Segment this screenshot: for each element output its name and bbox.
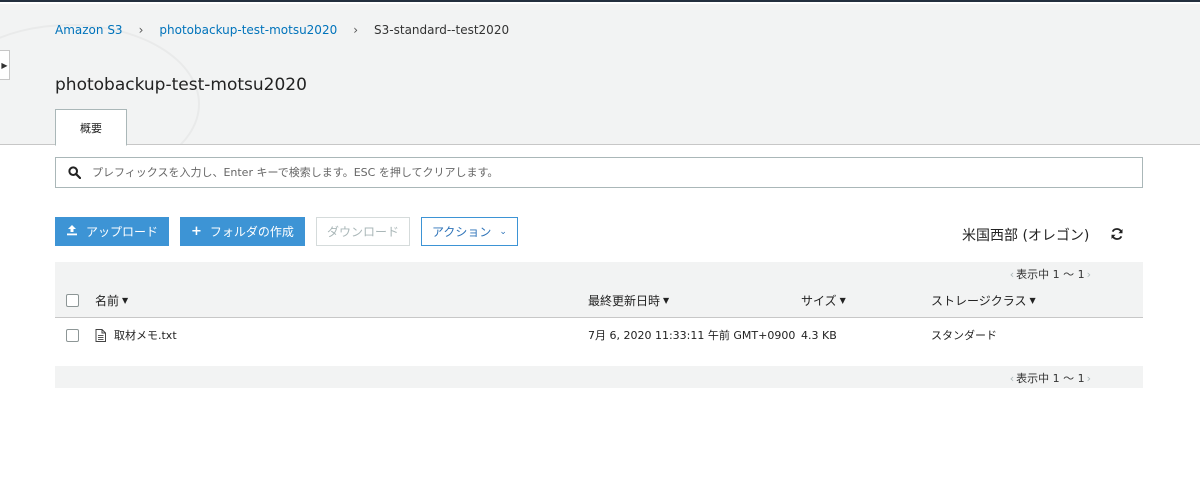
- column-header-storage-class[interactable]: ストレージクラス ▼: [931, 284, 1036, 317]
- column-header-modified-label: 最終更新日時: [588, 294, 661, 308]
- pager-text: 表示中 1 ～ 1: [1016, 372, 1085, 385]
- column-header-name[interactable]: 名前 ▼: [95, 284, 128, 317]
- search-input[interactable]: [92, 166, 1142, 179]
- breadcrumb-bucket-link[interactable]: photobackup-test-motsu2020: [159, 23, 337, 37]
- page-title: photobackup-test-motsu2020: [55, 75, 307, 95]
- objects-table: 名前 ▼ 最終更新日時 ▼ サイズ ▼ ストレージクラス ▼ 取材メモ.txt …: [55, 284, 1143, 350]
- sidebar-toggle[interactable]: ▶: [0, 50, 10, 80]
- search-bar: [55, 157, 1143, 188]
- size-cell: 4.3 KB: [801, 328, 837, 342]
- search-icon: [56, 166, 92, 179]
- sort-down-icon: ▼: [663, 296, 670, 305]
- upload-button-label: アップロード: [86, 225, 159, 239]
- toolbar: アップロード + フォルダの作成 ダウンロード アクション ⌄: [55, 217, 529, 246]
- select-all-checkbox[interactable]: [66, 294, 79, 307]
- chevron-right-icon: ›: [138, 23, 144, 37]
- column-header-size-label: サイズ: [801, 294, 837, 308]
- pager-text: 表示中 1 ～ 1: [1016, 268, 1085, 281]
- create-folder-button[interactable]: + フォルダの作成: [180, 217, 305, 246]
- upload-icon: [66, 224, 78, 240]
- chevron-right-icon[interactable]: ›: [1087, 268, 1091, 281]
- column-header-size[interactable]: サイズ ▼: [801, 284, 846, 317]
- upload-button[interactable]: アップロード: [55, 217, 170, 246]
- breadcrumb: Amazon S3 › photobackup-test-motsu2020 ›…: [55, 23, 509, 37]
- file-text-icon: [95, 328, 106, 342]
- plus-icon: +: [191, 224, 202, 239]
- column-header-modified[interactable]: 最終更新日時 ▼: [588, 284, 669, 317]
- pager: ‹ 表示中 1 ～ 1 ›: [1008, 370, 1093, 386]
- sort-down-icon: ▼: [1029, 296, 1036, 305]
- pager-bar-bottom: ‹ 表示中 1 ～ 1 ›: [55, 366, 1143, 388]
- table-header: 名前 ▼ 最終更新日時 ▼ サイズ ▼ ストレージクラス ▼: [55, 284, 1143, 318]
- download-button-label: ダウンロード: [326, 225, 399, 239]
- region-label: 米国西部 (オレゴン): [962, 228, 1090, 244]
- page-header: Amazon S3 › photobackup-test-motsu2020 ›…: [0, 4, 1200, 145]
- storage-class-cell: スタンダード: [931, 329, 997, 342]
- tab-overview[interactable]: 概要: [55, 109, 127, 146]
- sort-down-icon: ▼: [839, 296, 846, 305]
- actions-dropdown-label: アクション: [431, 225, 492, 239]
- caret-right-icon: ▶: [1, 60, 8, 70]
- chevron-left-icon[interactable]: ‹: [1010, 372, 1014, 385]
- breadcrumb-root-link[interactable]: Amazon S3: [55, 23, 123, 37]
- row-checkbox[interactable]: [66, 328, 79, 342]
- breadcrumb-current: S3-standard--test2020: [374, 23, 510, 37]
- chevron-right-icon[interactable]: ›: [1087, 372, 1091, 385]
- actions-dropdown[interactable]: アクション ⌄: [420, 217, 518, 246]
- chevron-left-icon[interactable]: ‹: [1010, 268, 1014, 281]
- chevron-right-icon: ›: [353, 23, 359, 37]
- pager-bar-top: ‹ 表示中 1 ～ 1 ›: [55, 262, 1143, 284]
- table-row[interactable]: 取材メモ.txt 7月 6, 2020 11:33:11 午前 GMT+0900…: [55, 320, 1143, 350]
- file-name-cell[interactable]: 取材メモ.txt: [95, 320, 177, 350]
- column-header-storage-class-label: ストレージクラス: [931, 294, 1027, 308]
- modified-cell: 7月 6, 2020 11:33:11 午前 GMT+0900: [588, 329, 796, 342]
- tab-overview-label: 概要: [80, 121, 102, 135]
- select-all-checkbox-cell: [66, 284, 79, 317]
- file-name: 取材メモ.txt: [114, 329, 177, 342]
- download-button[interactable]: ダウンロード: [315, 217, 410, 246]
- sort-down-icon: ▼: [122, 296, 129, 305]
- pager: ‹ 表示中 1 ～ 1 ›: [1008, 266, 1093, 282]
- create-folder-button-label: フォルダの作成: [209, 225, 294, 239]
- chevron-down-icon: ⌄: [499, 226, 507, 237]
- refresh-icon[interactable]: [1110, 227, 1124, 245]
- column-header-name-label: 名前: [95, 294, 120, 308]
- row-checkbox-cell: [66, 320, 79, 350]
